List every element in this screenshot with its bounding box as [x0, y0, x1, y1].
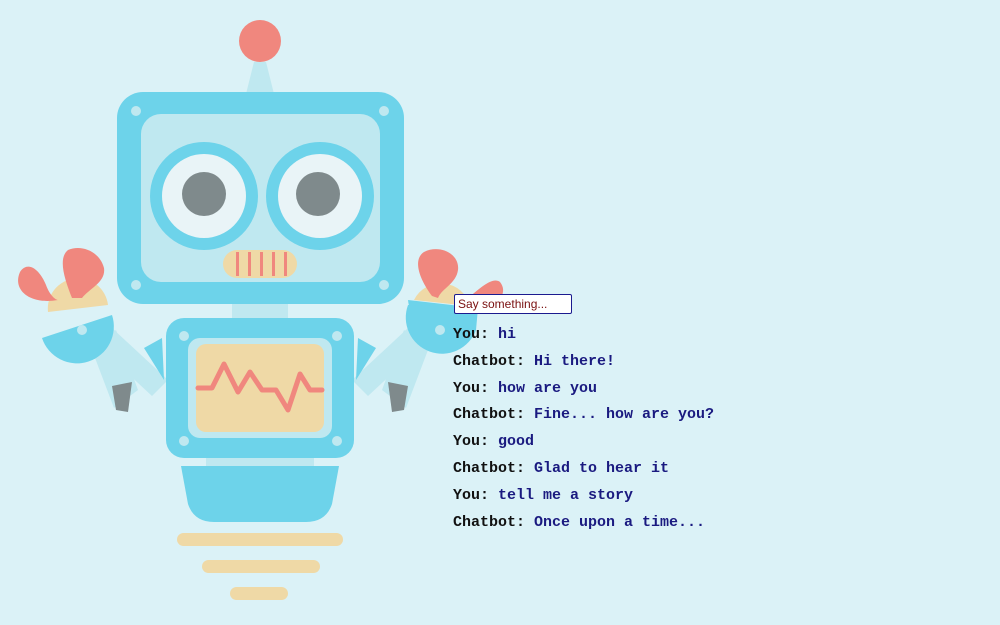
- message-speaker: Chatbot:: [453, 459, 526, 477]
- chat-message: You: how are you: [453, 376, 714, 403]
- hover-line-3: [230, 587, 288, 600]
- chat-message: You: tell me a story: [453, 483, 714, 510]
- antenna-stem: [246, 62, 274, 94]
- message-text: Hi there!: [534, 352, 616, 370]
- message-text: tell me a story: [498, 486, 634, 504]
- robot-illustration: [18, 20, 504, 600]
- message-speaker: Chatbot:: [453, 406, 526, 424]
- right-eye: [266, 142, 374, 250]
- antenna-ball: [239, 20, 281, 62]
- robot-mouth: [223, 250, 297, 278]
- robot-neck: [232, 304, 288, 320]
- message-text: good: [498, 433, 535, 451]
- message-text: how are you: [498, 379, 598, 397]
- message-speaker: You:: [453, 486, 490, 504]
- chat-message: You: hi: [453, 322, 714, 349]
- chat-log: You: hi Chatbot: Hi there! You: how are …: [453, 322, 714, 536]
- message-speaker: Chatbot:: [453, 513, 526, 531]
- message-text: Once upon a time...: [534, 513, 706, 531]
- chat-message: Chatbot: Hi there!: [453, 349, 714, 376]
- message-text: Glad to hear it: [534, 459, 670, 477]
- message-speaker: You:: [453, 379, 490, 397]
- message-speaker: You:: [453, 326, 490, 343]
- message-text: Fine... how are you?: [534, 406, 715, 424]
- chat-message: Chatbot: Once upon a time...: [453, 510, 714, 537]
- chat-message: You: good: [453, 429, 714, 456]
- chat-message: Chatbot: Glad to hear it: [453, 456, 714, 483]
- message-speaker: Chatbot:: [453, 352, 526, 370]
- message-speaker: You:: [453, 433, 490, 451]
- left-eye: [150, 142, 258, 250]
- chat-input[interactable]: [454, 294, 572, 314]
- message-text: hi: [498, 326, 517, 343]
- robot-base: [181, 466, 339, 522]
- hover-line-2: [202, 560, 320, 573]
- chat-message: Chatbot: Fine... how are you?: [453, 402, 714, 429]
- hover-line-1: [177, 533, 343, 546]
